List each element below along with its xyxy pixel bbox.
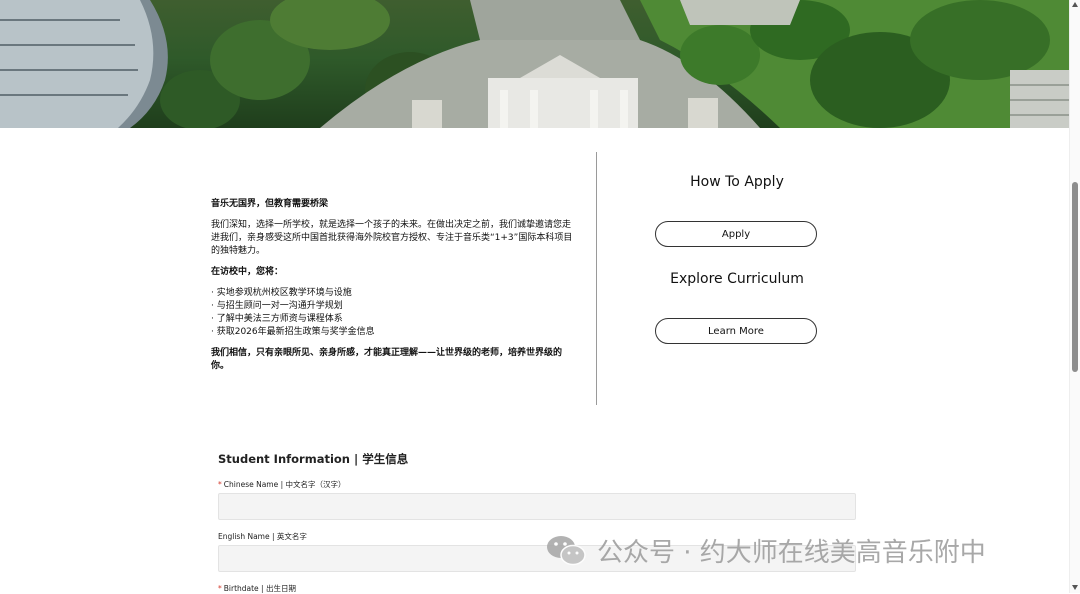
- apply-button[interactable]: Apply: [655, 221, 817, 247]
- required-mark: *: [218, 584, 222, 593]
- scroll-down-arrow-icon[interactable]: [1072, 585, 1078, 590]
- english-name-label: English Name | 英文名字: [218, 532, 307, 541]
- chinese-name-input[interactable]: [218, 493, 856, 520]
- scroll-up-arrow-icon[interactable]: [1072, 2, 1078, 7]
- explore-curriculum-title: Explore Curriculum: [670, 271, 804, 287]
- watermark-text: 公众号 · 约大师在线美高音乐附中: [597, 537, 986, 568]
- vertical-divider: [596, 152, 597, 405]
- bullet-item: · 了解中美法三方师资与课程体系: [211, 314, 343, 324]
- wechat-icon: [547, 536, 586, 566]
- bullet-item: · 与招生顾问一对一沟通升学规划: [211, 301, 343, 311]
- wechat-watermark: 公众号 · 约大师在线美高音乐附中: [545, 533, 986, 568]
- scrollbar-thumb[interactable]: [1072, 182, 1078, 372]
- student-information-title: Student Information | 学生信息: [218, 452, 409, 466]
- closing-statement: 我们相信，只有亲眼所见、亲身所感，才能真正理解——让世界级的老师，培养世界级的你…: [211, 348, 563, 371]
- bullet-item: · 获取2026年最新招生政策与奖学金信息: [211, 327, 375, 337]
- chinese-name-label: * Chinese Name | 中文名字（汉字）: [218, 480, 346, 489]
- hero-campus-image: [0, 0, 1069, 128]
- bullet-item: · 实地参观杭州校区教学环境与设施: [211, 288, 352, 298]
- campus-aerial-illustration: [0, 0, 1069, 128]
- intro-heading: 音乐无国界，但教育需要桥梁: [211, 199, 329, 209]
- page-scrollbar[interactable]: [1069, 0, 1080, 593]
- intro-paragraph: 我们深知，选择一所学校，就是选择一个孩子的未来。在做出决定之前，我们诚挚邀请您走…: [211, 220, 573, 256]
- visit-intro-text: 音乐无国界，但教育需要桥梁 我们深知，选择一所学校，就是选择一个孩子的未来。在做…: [211, 198, 576, 373]
- how-to-apply-title: How To Apply: [690, 174, 784, 190]
- learn-more-button[interactable]: Learn More: [655, 318, 817, 344]
- birthdate-label: * Birthdate | 出生日期: [218, 584, 296, 593]
- required-mark: *: [218, 480, 222, 489]
- visit-heading: 在访校中，您将：: [211, 267, 284, 277]
